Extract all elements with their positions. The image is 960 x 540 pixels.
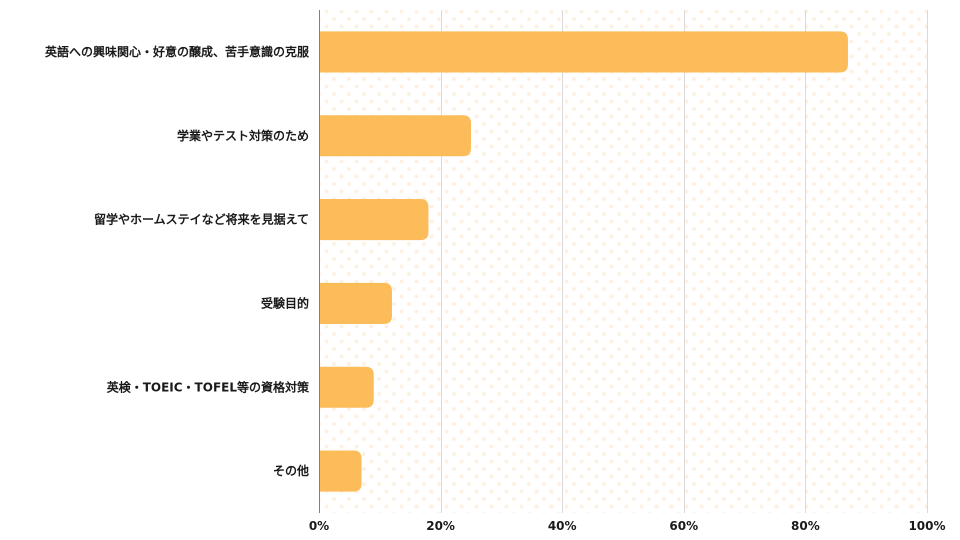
x-tick-label: 40% (548, 519, 577, 533)
category-label: 英語への興味関心・好意の醸成、苦手意識の克服 (45, 44, 310, 59)
bar-chart: 英語への興味関心・好意の醸成、苦手意識の克服学業やテスト対策のため留学やホームス… (45, 10, 946, 533)
category-label: 英検・TOEIC・TOFEL等の資格対策 (107, 379, 310, 394)
x-tick-label: 0% (309, 519, 329, 533)
plot-background (319, 10, 927, 513)
category-labels: 英語への興味関心・好意の醸成、苦手意識の克服学業やテスト対策のため留学やホームス… (45, 44, 310, 478)
bar (320, 31, 848, 73)
category-label: 受験目的 (261, 295, 309, 310)
category-label: 留学やホームステイなど将来を見据えて (94, 212, 309, 227)
x-tick-label: 20% (426, 519, 455, 533)
x-tick-label: 100% (908, 519, 945, 533)
x-tick-label: 60% (669, 519, 698, 533)
bar (320, 366, 374, 408)
x-tick-label: 80% (791, 519, 820, 533)
bar (320, 115, 471, 157)
bar (320, 199, 429, 241)
bar (320, 450, 362, 492)
category-label: 学業やテスト対策のため (177, 128, 309, 143)
category-label: その他 (273, 463, 309, 478)
x-axis-tick-labels: 0% 20% 40% 60% 80% 100% (309, 519, 946, 533)
bar (320, 282, 392, 324)
